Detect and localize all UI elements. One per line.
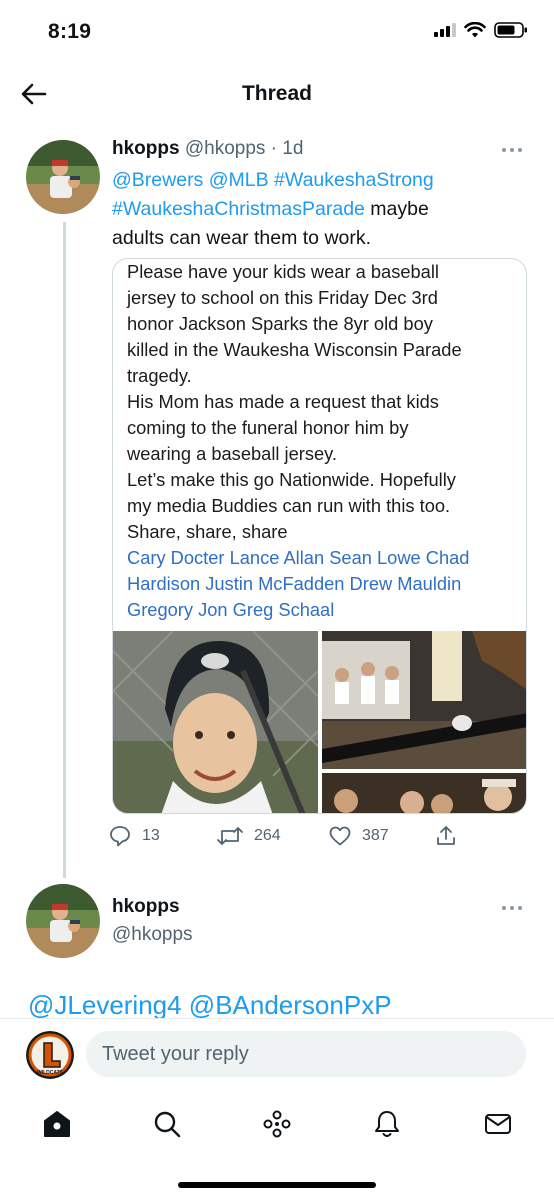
card-line: honor Jackson Sparks the 8yr old boy xyxy=(127,313,433,334)
reply-more-button[interactable] xyxy=(502,903,526,913)
meta-separator: · xyxy=(265,138,283,159)
card-name-line: Gregory Jon Greg Schaal xyxy=(127,599,335,620)
photo-memorial-bat[interactable] xyxy=(322,631,526,769)
author-avatar[interactable] xyxy=(26,140,100,214)
tweet-body: @Brewers @MLB #WaukeshaStrong #WaukeshaC… xyxy=(112,166,522,253)
reply-author-handle[interactable]: @hkopps xyxy=(112,924,193,946)
card-line: Please have your kids wear a baseball xyxy=(127,261,439,282)
photo-team[interactable] xyxy=(322,773,526,813)
tab-search[interactable] xyxy=(147,1104,187,1144)
more-horizontal-icon xyxy=(502,148,506,152)
more-horizontal-icon xyxy=(502,906,506,910)
share-icon xyxy=(437,826,455,845)
home-indicator[interactable] xyxy=(178,1182,376,1188)
reply-bubble-icon xyxy=(110,826,130,847)
page-title: Thread xyxy=(241,82,312,105)
card-line: Share, share, share xyxy=(127,521,288,542)
reply-tweet-mentions[interactable]: @JLevering4 @BAndersonPxP xyxy=(28,990,554,1020)
heart-icon xyxy=(329,826,351,846)
card-name-line: Hardison Justin McFadden Drew Mauldin xyxy=(127,573,462,594)
card-text: Please have your kids wear a baseball je… xyxy=(127,259,522,623)
card-name-line: Cary Docter Lance Allan Sean Lowe Chad xyxy=(127,547,470,568)
reply-button[interactable]: 13 xyxy=(108,824,160,848)
reply-input[interactable] xyxy=(86,1031,526,1077)
retweet-count: 264 xyxy=(254,827,281,844)
tweet-text-part: maybe xyxy=(364,198,429,220)
cellular-signal-icon xyxy=(434,23,456,37)
tweet-age[interactable]: 1d xyxy=(282,138,303,159)
battery-icon xyxy=(494,22,527,38)
mail-icon xyxy=(485,1114,511,1134)
reply-composer: WILDCATS xyxy=(0,1018,554,1088)
thread-connector-line xyxy=(63,222,66,878)
spaces-icon xyxy=(263,1110,291,1138)
tweet-more-button[interactable] xyxy=(502,145,526,155)
reply-author-name[interactable]: hkopps xyxy=(112,896,180,918)
retweet-button[interactable]: 264 xyxy=(216,824,281,848)
card-line: coming to the funeral honor him by xyxy=(127,417,409,438)
tweet-hashtag-parade[interactable]: #WaukeshaChristmasParade xyxy=(112,198,365,220)
tweet-mentions-hashtags[interactable]: @Brewers @MLB #WaukeshaStrong xyxy=(112,169,434,191)
card-line: killed in the Waukesha Wisconsin Parade xyxy=(127,339,462,360)
bell-icon xyxy=(375,1111,399,1137)
composer-avatar-label: WILDCATS xyxy=(37,1070,64,1076)
tab-notifications[interactable] xyxy=(367,1104,407,1144)
reply-count: 13 xyxy=(142,827,160,844)
like-count: 387 xyxy=(362,827,389,844)
card-line: my media Buddies can run with this too. xyxy=(127,495,451,516)
thread-header: Thread xyxy=(0,62,554,126)
author-handle[interactable]: @hkopps xyxy=(185,138,266,159)
retweet-icon xyxy=(217,827,243,845)
tweet-actions: 13 264 387 xyxy=(108,824,528,854)
tab-spaces[interactable] xyxy=(257,1104,297,1144)
status-time: 8:19 xyxy=(48,20,92,43)
card-line: Let’s make this go Nationwide. Hopefully xyxy=(127,469,456,490)
home-icon xyxy=(44,1111,70,1137)
current-user-avatar[interactable]: WILDCATS xyxy=(26,1031,74,1079)
status-bar: 8:19 xyxy=(0,0,554,62)
tab-messages[interactable] xyxy=(478,1104,518,1144)
card-line: tragedy. xyxy=(127,365,192,386)
tab-home[interactable] xyxy=(37,1104,77,1144)
card-line: jersey to school on this Friday Dec 3rd xyxy=(127,287,438,308)
tweet-text-part: adults can wear them to work. xyxy=(112,227,372,249)
search-icon xyxy=(154,1111,181,1138)
photo-boy-helmet[interactable] xyxy=(113,631,318,813)
tweet-header: hkopps @hkopps · 1d xyxy=(112,138,303,160)
like-button[interactable]: 387 xyxy=(328,824,389,848)
card-line: His Mom has made a request that kids xyxy=(127,391,439,412)
bottom-tab-bar xyxy=(0,1088,554,1168)
card-line: wearing a baseball jersey. xyxy=(127,443,338,464)
author-name[interactable]: hkopps xyxy=(112,138,180,159)
status-icons xyxy=(434,22,528,38)
reply-author-avatar[interactable] xyxy=(26,884,100,958)
tweet-media-card[interactable]: Please have your kids wear a baseball je… xyxy=(112,258,527,814)
share-button[interactable] xyxy=(434,824,458,848)
wifi-icon xyxy=(464,22,486,38)
